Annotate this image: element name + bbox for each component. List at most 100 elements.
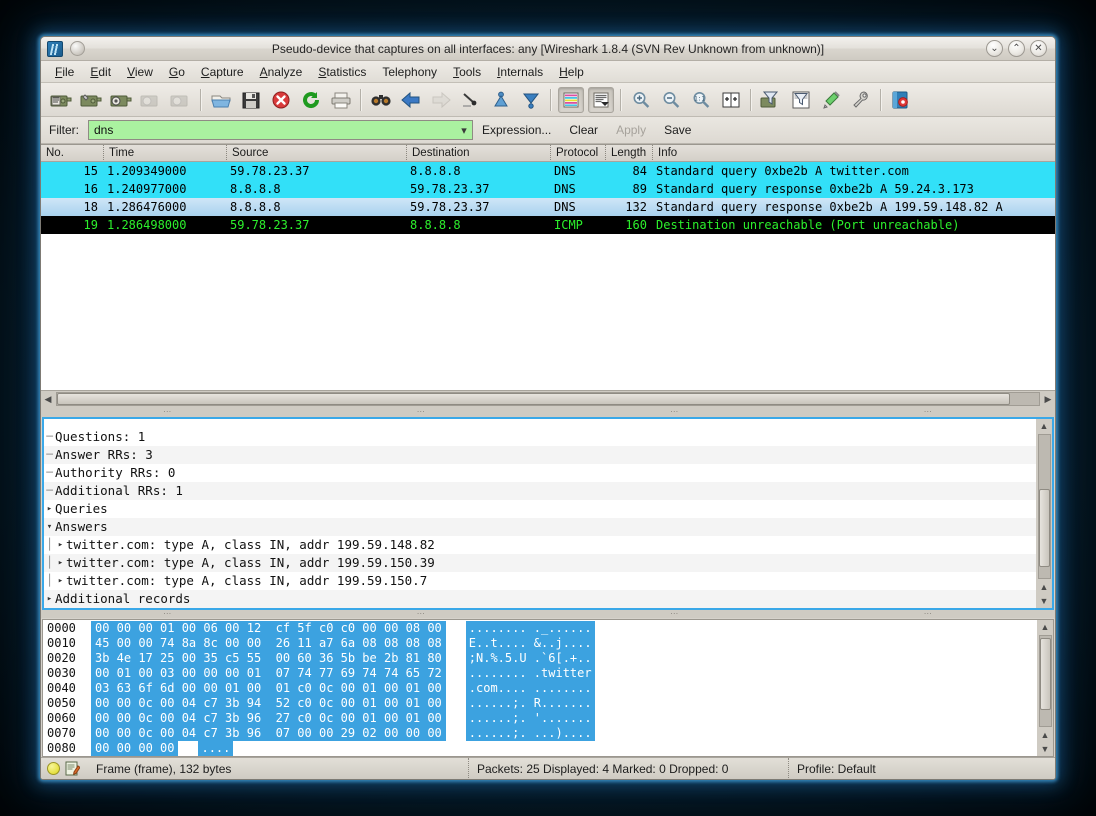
- capture-comment-icon[interactable]: [65, 761, 81, 776]
- pane-splitter-top[interactable]: ⋯ ⋯ ⋯ ⋯: [41, 407, 1055, 417]
- zoom-in-icon[interactable]: [628, 87, 654, 113]
- display-filters-icon[interactable]: [788, 87, 814, 113]
- menu-go[interactable]: Go: [161, 63, 193, 81]
- menu-tools[interactable]: Tools: [445, 63, 489, 81]
- capture-options-icon[interactable]: [78, 87, 104, 113]
- tree-row-answer-3[interactable]: │ ▸ twitter.com: type A, class IN, addr …: [44, 572, 1036, 590]
- scroll-down-icon[interactable]: ▼: [1037, 594, 1051, 608]
- zoom-out-icon[interactable]: [658, 87, 684, 113]
- packet-list-rows[interactable]: 15 1.209349000 59.78.23.37 8.8.8.8 DNS 8…: [41, 162, 1055, 390]
- filter-input[interactable]: dns: [89, 123, 456, 137]
- chevron-right-icon[interactable]: ▸: [44, 590, 55, 608]
- tree-row-answer-2[interactable]: │ ▸ twitter.com: type A, class IN, addr …: [44, 554, 1036, 572]
- scrollbar-thumb[interactable]: [1039, 637, 1051, 710]
- scrollbar-thumb[interactable]: [1038, 489, 1050, 567]
- chevron-down-icon[interactable]: ▾: [44, 518, 55, 536]
- column-header-protocol[interactable]: Protocol: [550, 145, 605, 161]
- resize-columns-icon[interactable]: [718, 87, 744, 113]
- column-header-time[interactable]: Time: [103, 145, 226, 161]
- packet-bytes-vertical-scrollbar[interactable]: ▲ ▲ ▼: [1037, 620, 1053, 756]
- print-icon[interactable]: [328, 87, 354, 113]
- menu-capture[interactable]: Capture: [193, 63, 252, 81]
- tree-row-answer-rrs[interactable]: ─ Answer RRs: 3: [44, 446, 1036, 464]
- menu-edit[interactable]: Edit: [82, 63, 119, 81]
- scrollbar-track[interactable]: [1037, 434, 1051, 579]
- chevron-down-icon[interactable]: ▾: [456, 121, 472, 139]
- preferences-icon[interactable]: [848, 87, 874, 113]
- chevron-right-icon[interactable]: ▸: [55, 572, 66, 590]
- save-file-icon[interactable]: [238, 87, 264, 113]
- capture-filters-icon[interactable]: [758, 87, 784, 113]
- tree-row-answers[interactable]: ▾ Answers: [44, 518, 1036, 536]
- filter-save-button[interactable]: Save: [655, 121, 700, 139]
- scrollbar-track[interactable]: [1038, 635, 1052, 727]
- colorize-packet-list-icon[interactable]: [558, 86, 584, 113]
- window-menu-button[interactable]: [70, 41, 85, 56]
- scroll-up-icon[interactable]: ▲: [1038, 620, 1052, 634]
- go-forward-icon: [428, 87, 454, 113]
- open-file-icon[interactable]: [208, 87, 234, 113]
- title-bar: Pseudo-device that captures on all inter…: [41, 37, 1055, 61]
- minimize-button[interactable]: ⌄: [986, 40, 1003, 57]
- interfaces-list-icon[interactable]: [48, 87, 74, 113]
- packet-detail-tree[interactable]: ─ Questions: 1 ─ Answer RRs: 3 ─ Authori…: [44, 419, 1036, 608]
- menu-statistics[interactable]: Statistics: [310, 63, 374, 81]
- close-button[interactable]: ✕: [1030, 40, 1047, 57]
- find-packet-icon[interactable]: [368, 87, 394, 113]
- go-to-first-packet-icon[interactable]: [488, 87, 514, 113]
- hex-dump-view[interactable]: 0000 00 00 00 01 00 06 00 12 cf 5f c0 c0…: [43, 620, 1037, 756]
- table-row[interactable]: 19 1.286498000 59.78.23.37 8.8.8.8 ICMP …: [41, 216, 1055, 234]
- scrollbar-thumb[interactable]: [57, 393, 1010, 405]
- scroll-up-icon[interactable]: ▲: [1037, 419, 1051, 433]
- start-capture-icon[interactable]: [108, 87, 134, 113]
- menu-analyze[interactable]: Analyze: [252, 63, 311, 81]
- menu-file[interactable]: File: [47, 63, 82, 81]
- packet-list-horizontal-scrollbar[interactable]: ◀ ▶: [41, 390, 1055, 407]
- scroll-up-icon-2[interactable]: ▲: [1037, 580, 1051, 594]
- scroll-down-icon[interactable]: ▼: [1038, 742, 1052, 756]
- tree-row-questions[interactable]: ─ Questions: 1: [44, 428, 1036, 446]
- zoom-reset-icon[interactable]: 1:1: [688, 87, 714, 113]
- column-header-destination[interactable]: Destination: [406, 145, 550, 161]
- go-to-packet-icon[interactable]: [458, 87, 484, 113]
- menu-view[interactable]: View: [119, 63, 161, 81]
- status-profile[interactable]: Profile: Default: [788, 757, 1055, 779]
- tree-row-queries[interactable]: ▸ Queries: [44, 500, 1036, 518]
- column-header-no[interactable]: No.: [41, 145, 103, 161]
- tree-row-answer-1[interactable]: │ ▸ twitter.com: type A, class IN, addr …: [44, 536, 1036, 554]
- menu-telephony[interactable]: Telephony: [374, 63, 445, 81]
- menu-help[interactable]: Help: [551, 63, 592, 81]
- tree-row-clipped[interactable]: [44, 419, 1036, 428]
- expert-info-circle-icon[interactable]: [47, 762, 60, 775]
- menu-internals[interactable]: Internals: [489, 63, 551, 81]
- scrollbar-track[interactable]: [56, 392, 1040, 406]
- column-header-length[interactable]: Length: [605, 145, 652, 161]
- table-row[interactable]: 18 1.286476000 8.8.8.8 59.78.23.37 DNS 1…: [41, 198, 1055, 216]
- auto-scroll-live-capture-icon[interactable]: [588, 86, 614, 113]
- reload-icon[interactable]: [298, 87, 324, 113]
- chevron-right-icon[interactable]: ▸: [44, 500, 55, 518]
- coloring-rules-icon[interactable]: [818, 87, 844, 113]
- column-header-info[interactable]: Info: [652, 145, 1055, 161]
- help-contents-icon[interactable]: [888, 87, 914, 113]
- go-back-icon[interactable]: [398, 87, 424, 113]
- scroll-right-icon[interactable]: ▶: [1041, 392, 1055, 407]
- scroll-up-icon-2[interactable]: ▲: [1038, 728, 1052, 742]
- column-header-source[interactable]: Source: [226, 145, 406, 161]
- filter-combobox[interactable]: dns ▾: [88, 120, 473, 140]
- chevron-right-icon[interactable]: ▸: [55, 554, 66, 572]
- pane-splitter-bottom[interactable]: ⋯ ⋯ ⋯ ⋯: [41, 610, 1055, 618]
- table-row[interactable]: 15 1.209349000 59.78.23.37 8.8.8.8 DNS 8…: [41, 162, 1055, 180]
- scroll-left-icon[interactable]: ◀: [41, 392, 55, 407]
- maximize-button[interactable]: ⌃: [1008, 40, 1025, 57]
- packet-detail-vertical-scrollbar[interactable]: ▲ ▲ ▼: [1036, 419, 1052, 608]
- tree-row-additional-rrs[interactable]: ─ Additional RRs: 1: [44, 482, 1036, 500]
- table-row[interactable]: 16 1.240977000 8.8.8.8 59.78.23.37 DNS 8…: [41, 180, 1055, 198]
- chevron-right-icon[interactable]: ▸: [55, 536, 66, 554]
- tree-row-additional-records[interactable]: ▸ Additional records: [44, 590, 1036, 608]
- filter-clear-button[interactable]: Clear: [560, 121, 607, 139]
- close-file-icon[interactable]: [268, 87, 294, 113]
- filter-expression-button[interactable]: Expression...: [473, 121, 560, 139]
- go-to-last-packet-icon[interactable]: [518, 87, 544, 113]
- tree-row-authority-rrs[interactable]: ─ Authority RRs: 0: [44, 464, 1036, 482]
